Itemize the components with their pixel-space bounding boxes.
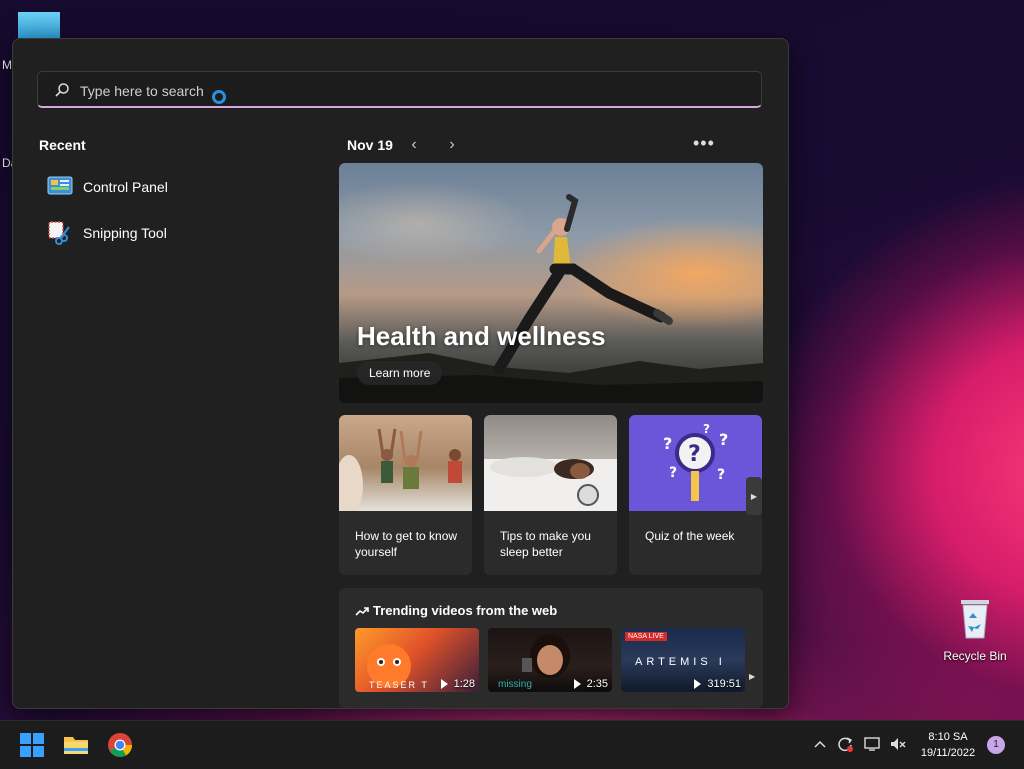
recycle-bin[interactable]: Recycle Bin <box>940 596 1010 663</box>
control-panel-icon <box>47 175 73 199</box>
clock-date: 19/11/2022 <box>920 747 976 759</box>
recent-heading: Recent <box>39 137 86 153</box>
video-duration: 319:51 <box>694 678 741 690</box>
search-icon <box>55 83 69 97</box>
volume-muted-icon[interactable] <box>889 735 907 753</box>
nasa-live-badge: NASA LIVE <box>625 632 667 641</box>
svg-text:?: ? <box>703 422 710 436</box>
video-duration: 1:28 <box>440 678 475 690</box>
trending-heading: Trending videos from the web <box>355 603 557 618</box>
video-overlay-text: missing <box>498 679 532 690</box>
recycle-bin-label: Recycle Bin <box>943 649 1007 663</box>
quiz-image: ? ? ? ? ? ? <box>629 415 762 511</box>
clock-time: 8:10 SA <box>928 731 968 743</box>
recycle-bin-icon <box>961 600 989 639</box>
hero-card[interactable]: Health and wellness Learn more <box>339 163 763 403</box>
video-overlay-text: TEASER T <box>369 680 429 690</box>
network-icon[interactable] <box>863 735 881 753</box>
play-icon <box>694 679 702 689</box>
recent-item-snipping-tool[interactable]: Snipping Tool <box>47 219 167 247</box>
trending-next-icon[interactable]: ▶ <box>749 672 755 681</box>
sync-icon[interactable] <box>836 735 854 753</box>
desktop-edge-label: M <box>2 58 12 72</box>
hero-title: Health and wellness <box>357 321 606 351</box>
chevron-up-icon[interactable] <box>813 739 827 749</box>
recent-item-label: Snipping Tool <box>83 225 167 241</box>
video-overlay-text: ARTEMIS I <box>635 656 726 668</box>
prev-arrow-icon[interactable]: ‹ <box>404 136 424 154</box>
play-icon <box>573 679 581 689</box>
trending-icon <box>355 606 369 616</box>
recent-item-label: Control Panel <box>83 179 168 195</box>
search-panel: Recent Control Panel Snipping Tool Nov 1… <box>12 38 789 709</box>
svg-text:?: ? <box>719 430 728 449</box>
notification-badge[interactable]: 1 <box>987 736 1005 754</box>
yoga-image <box>339 415 472 515</box>
taskbar: 8:10 SA 19/11/2022 1 <box>0 720 1024 769</box>
feed-card[interactable]: ? ? ? ? ? ? Quiz of the week <box>629 415 762 575</box>
search-box[interactable] <box>37 71 762 108</box>
duration-text: 2:35 <box>586 678 608 690</box>
file-explorer-icon[interactable] <box>62 731 90 759</box>
svg-text:?: ? <box>669 465 677 481</box>
card-caption: Tips to make you sleep better <box>500 529 591 559</box>
more-options-icon[interactable]: ••• <box>693 133 715 154</box>
snipping-tool-icon <box>47 221 73 245</box>
recent-item-control-panel[interactable]: Control Panel <box>47 173 168 201</box>
desktop-folder-icon[interactable] <box>18 12 60 40</box>
chrome-icon[interactable] <box>106 731 134 759</box>
card-caption: Quiz of the week <box>645 529 735 543</box>
search-input[interactable] <box>78 80 682 102</box>
cards-next-icon[interactable]: ▶ <box>746 477 762 515</box>
trending-section: Trending videos from the web TEASER T 1:… <box>339 588 763 708</box>
start-button-icon[interactable] <box>18 731 46 759</box>
duration-text: 319:51 <box>707 678 741 690</box>
trending-video[interactable]: missing 2:35 <box>488 628 612 692</box>
busy-cursor-icon <box>212 90 226 104</box>
next-arrow-icon[interactable]: › <box>442 136 462 154</box>
card-caption: How to get to know yourself <box>355 529 458 559</box>
learn-more-button[interactable]: Learn more <box>357 361 443 385</box>
feed-date: Nov 19 <box>347 137 393 153</box>
feed-card[interactable]: How to get to know yourself <box>339 415 472 575</box>
trending-video[interactable]: NASA LIVE ARTEMIS I 319:51 <box>621 628 745 692</box>
feed-card[interactable]: Tips to make you sleep better <box>484 415 617 575</box>
svg-text:?: ? <box>688 442 701 467</box>
svg-text:?: ? <box>663 434 672 453</box>
play-icon <box>440 679 448 689</box>
trending-title: Trending videos from the web <box>373 603 558 618</box>
duration-text: 1:28 <box>453 678 475 690</box>
sleep-image <box>484 415 617 511</box>
svg-text:?: ? <box>717 467 725 483</box>
trending-video[interactable]: TEASER T 1:28 <box>355 628 479 692</box>
video-duration: 2:35 <box>573 678 608 690</box>
system-clock[interactable]: 8:10 SA 19/11/2022 <box>915 729 981 761</box>
